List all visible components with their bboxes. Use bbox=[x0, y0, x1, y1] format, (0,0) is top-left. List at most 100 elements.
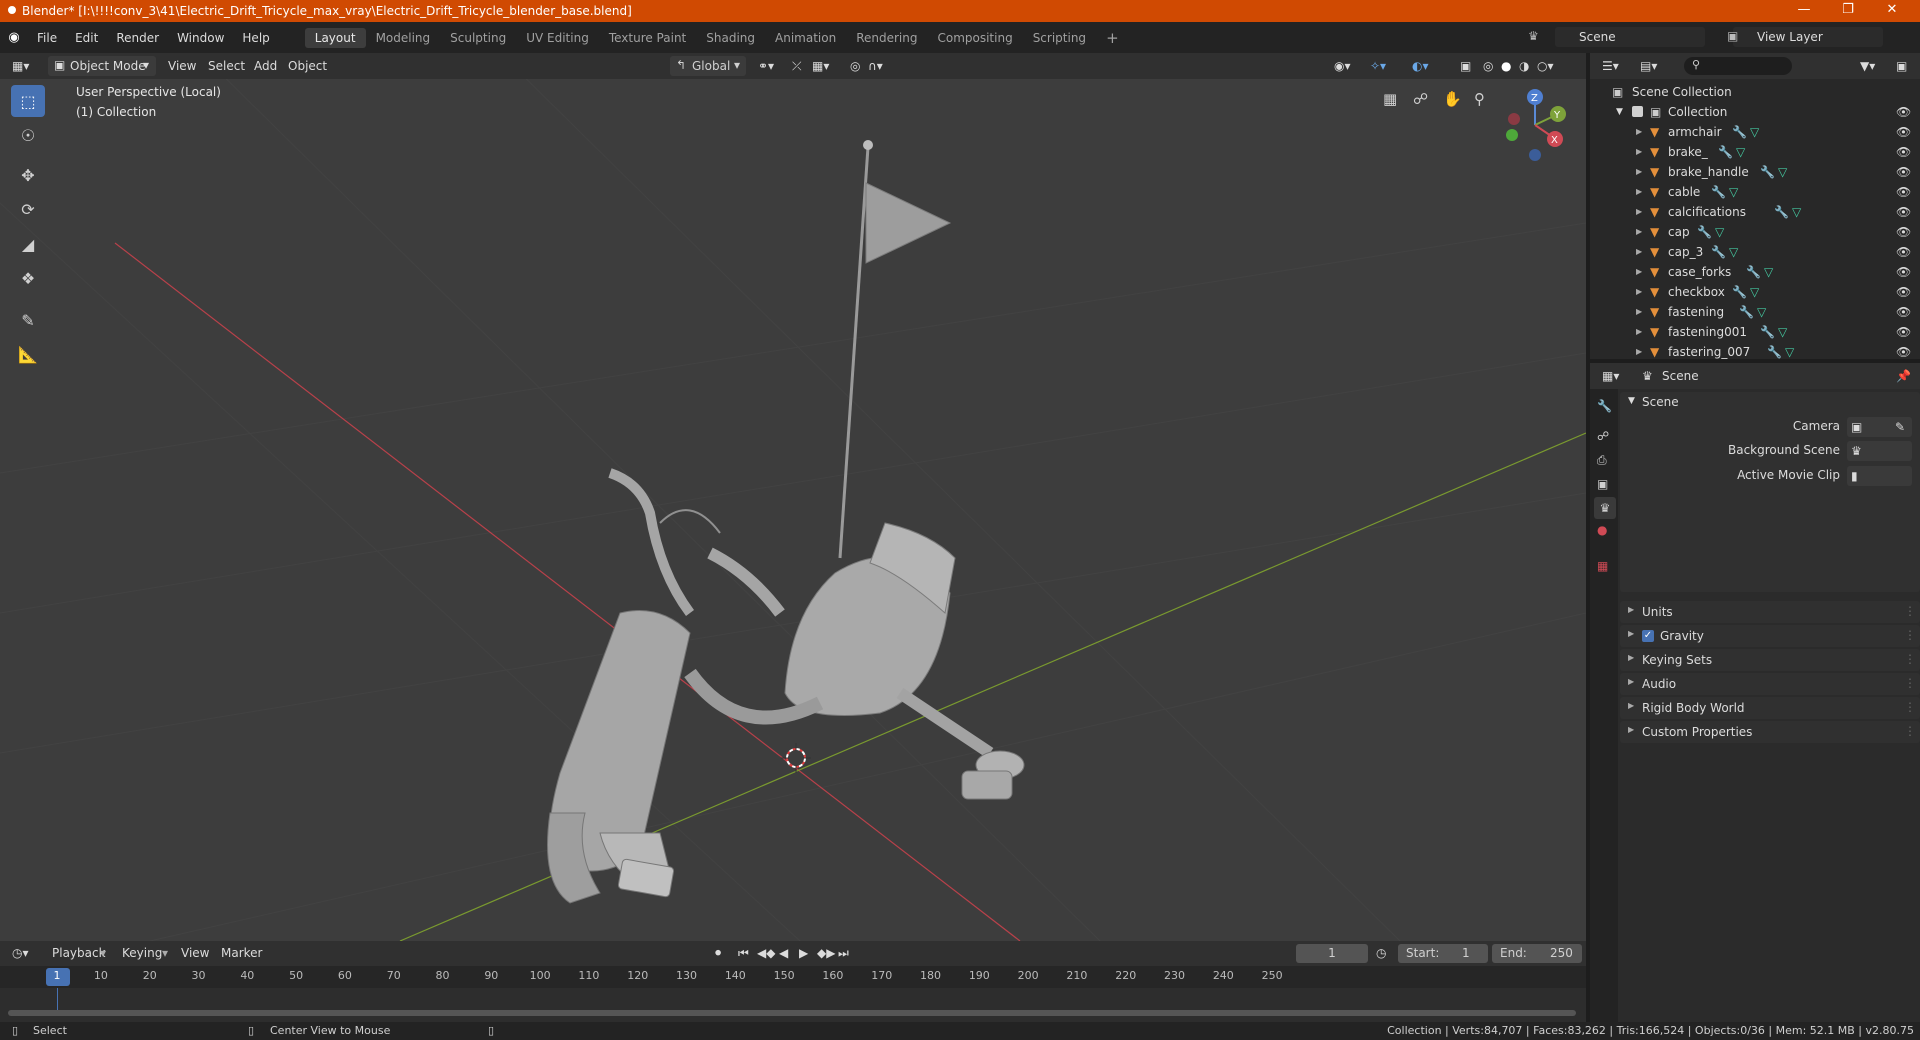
collection-checkbox[interactable] bbox=[1632, 106, 1643, 117]
expand-arrow-icon[interactable]: ▶ bbox=[1636, 182, 1642, 202]
properties-editor-icon[interactable]: ▦▾ bbox=[1602, 365, 1619, 387]
menu-help[interactable]: Help bbox=[233, 31, 278, 45]
minimize-icon[interactable]: — bbox=[1782, 0, 1826, 22]
mode-selector[interactable]: ▣ Object Mode ▾ bbox=[48, 56, 156, 76]
jump-end-icon[interactable]: ⏭ bbox=[838, 942, 849, 964]
menu-select[interactable]: Select bbox=[208, 55, 245, 77]
timeline-editor[interactable]: ◷▾ Playback ▾ Keying ▾ View Marker ⚫ ⏮ ◀… bbox=[0, 941, 1586, 1022]
panel-expand-icon[interactable]: ▶ bbox=[1628, 605, 1634, 614]
section-audio[interactable]: ▶ Audio ⋮ bbox=[1620, 673, 1920, 695]
tab-texture-paint[interactable]: Texture Paint bbox=[599, 28, 696, 48]
outliner[interactable]: ☰▾ ▤▾ ⚲ ▼▾ ▣ ▣ Scene Collection ▼ ▣ Coll… bbox=[1590, 53, 1920, 359]
tab-shading[interactable]: Shading bbox=[696, 28, 765, 48]
menu-render[interactable]: Render bbox=[107, 31, 168, 45]
gravity-checkbox[interactable]: ✓ bbox=[1642, 630, 1654, 642]
eye-icon[interactable]: 👁 bbox=[1896, 282, 1911, 302]
scene-selector[interactable]: Scene bbox=[1555, 27, 1705, 47]
menu-timeline-view[interactable]: View bbox=[181, 942, 209, 964]
eye-icon[interactable]: 👁 bbox=[1896, 102, 1911, 122]
frame-ruler[interactable]: 1 10 20 30 40 50 60 70 80 90 100 110 120 130 140 150 160… bbox=[0, 966, 1586, 988]
mesh-data-icon[interactable]: ▽ bbox=[1736, 142, 1745, 162]
modifier-wrench-icon[interactable]: 🔧 bbox=[1774, 202, 1789, 222]
material-shading-icon[interactable]: ◑ bbox=[1519, 55, 1529, 77]
zoom-icon[interactable]: ⚲ bbox=[1474, 90, 1485, 108]
menu-add[interactable]: Add bbox=[254, 55, 277, 77]
rotate-tool[interactable]: ⟳ bbox=[11, 193, 45, 225]
collection-row[interactable]: ▼ ▣ Collection 👁 bbox=[1590, 102, 1920, 122]
outliner-item-armchair[interactable]: ▶ ▼ armchair 🔧 ▽ 👁 bbox=[1590, 122, 1920, 142]
drag-handle-icon[interactable]: ⋮ bbox=[1904, 652, 1916, 666]
eyedropper-icon[interactable]: ✎ bbox=[1895, 420, 1905, 434]
snap-icon[interactable]: ⤫ bbox=[792, 55, 802, 77]
next-keyframe-icon[interactable]: ◆▶ bbox=[817, 942, 835, 964]
eye-icon[interactable]: 👁 bbox=[1896, 302, 1911, 322]
display-mode-icon[interactable]: ▤▾ bbox=[1640, 55, 1657, 77]
prev-keyframe-icon[interactable]: ◀◆ bbox=[757, 942, 775, 964]
expand-arrow-icon[interactable]: ▶ bbox=[1636, 162, 1642, 182]
eye-icon[interactable]: 👁 bbox=[1896, 222, 1911, 242]
drag-handle-icon[interactable]: ⋮ bbox=[1904, 604, 1916, 618]
outliner-item-fastening001[interactable]: ▶ ▼ fastening001 🔧 ▽ 👁 bbox=[1590, 322, 1920, 342]
mesh-data-icon[interactable]: ▽ bbox=[1750, 122, 1759, 142]
drag-handle-icon[interactable]: ⋮ bbox=[1904, 700, 1916, 714]
modifier-wrench-icon[interactable]: 🔧 bbox=[1732, 122, 1747, 142]
expand-arrow-icon[interactable]: ▶ bbox=[1636, 322, 1642, 342]
expand-arrow-icon[interactable]: ▶ bbox=[1636, 142, 1642, 162]
tab-compositing[interactable]: Compositing bbox=[927, 28, 1022, 48]
orientation-selector[interactable]: ↰ Global ▾ bbox=[670, 56, 746, 76]
section-rigid-body-world[interactable]: ▶ Rigid Body World ⋮ bbox=[1620, 697, 1920, 719]
texture-tab-icon[interactable]: ▦ bbox=[1597, 559, 1608, 573]
view-layer-tab-icon[interactable]: ▣ bbox=[1597, 477, 1608, 491]
falloff-icon[interactable]: ∩▾ bbox=[868, 55, 883, 77]
panel-expand-icon[interactable]: ▶ bbox=[1628, 677, 1634, 686]
pivot-icon[interactable]: ⚭▾ bbox=[758, 55, 774, 77]
eye-icon[interactable]: 👁 bbox=[1896, 242, 1911, 262]
wireframe-shading-icon[interactable]: ◎ bbox=[1483, 55, 1493, 77]
modifier-wrench-icon[interactable]: 🔧 bbox=[1760, 322, 1775, 342]
gizmo-toggle-icon[interactable]: ✧▾ bbox=[1370, 55, 1386, 77]
expand-arrow-icon[interactable]: ▶ bbox=[1636, 262, 1642, 282]
active-movie-clip-field[interactable]: ▮ bbox=[1847, 466, 1912, 486]
section-gravity[interactable]: ▶ ✓ Gravity ⋮ bbox=[1620, 625, 1920, 647]
mesh-data-icon[interactable]: ▽ bbox=[1778, 162, 1787, 182]
close-icon[interactable]: ✕ bbox=[1870, 0, 1914, 22]
eye-icon[interactable]: 👁 bbox=[1896, 122, 1911, 142]
solid-shading-icon[interactable]: ● bbox=[1501, 55, 1511, 77]
3d-viewport[interactable]: ▦▾ ▣ Object Mode ▾ View Select Add Objec… bbox=[0, 53, 1586, 941]
restore-icon[interactable]: ❐ bbox=[1826, 0, 1870, 22]
navigation-gizmo[interactable]: Z Y X bbox=[1500, 83, 1580, 163]
new-collection-icon[interactable]: ▣ bbox=[1896, 55, 1907, 77]
modifier-wrench-icon[interactable]: 🔧 bbox=[1697, 222, 1712, 242]
measure-tool[interactable]: 📐 bbox=[11, 338, 45, 370]
eye-icon[interactable]: 👁 bbox=[1896, 182, 1911, 202]
outliner-item-fastering-007[interactable]: ▶ ▼ fastering_007 🔧 ▽ 👁 bbox=[1590, 342, 1920, 362]
add-workspace-icon[interactable]: + bbox=[1096, 26, 1129, 50]
proportional-edit-icon[interactable]: ◎ bbox=[850, 55, 860, 77]
expand-arrow-icon[interactable]: ▶ bbox=[1636, 242, 1642, 262]
editor-type-icon[interactable]: ▦▾ bbox=[12, 55, 29, 77]
tab-animation[interactable]: Animation bbox=[765, 28, 846, 48]
panel-expand-icon[interactable]: ▶ bbox=[1628, 725, 1634, 734]
modifier-wrench-icon[interactable]: 🔧 bbox=[1718, 142, 1733, 162]
menu-marker[interactable]: Marker bbox=[221, 942, 262, 964]
mesh-data-icon[interactable]: ▽ bbox=[1750, 282, 1759, 302]
tool-tab-icon[interactable]: 🔧 bbox=[1597, 399, 1612, 413]
mesh-data-icon[interactable]: ▽ bbox=[1715, 222, 1724, 242]
pin-icon[interactable]: 📌 bbox=[1896, 365, 1911, 387]
eye-icon[interactable]: 👁 bbox=[1896, 262, 1911, 282]
mesh-data-icon[interactable]: ▽ bbox=[1785, 342, 1794, 362]
menu-playback[interactable]: Playback bbox=[52, 942, 106, 964]
menu-keying[interactable]: Keying bbox=[122, 942, 162, 964]
menu-object[interactable]: Object bbox=[288, 55, 327, 77]
panel-expand-icon[interactable]: ▶ bbox=[1628, 629, 1634, 638]
mesh-data-icon[interactable]: ▽ bbox=[1792, 202, 1801, 222]
eye-icon[interactable]: 👁 bbox=[1896, 162, 1911, 182]
move-tool[interactable]: ✥ bbox=[11, 159, 45, 191]
mesh-data-icon[interactable]: ▽ bbox=[1778, 322, 1787, 342]
start-frame-field[interactable]: Start: 1 bbox=[1398, 944, 1488, 963]
mesh-data-icon[interactable]: ▽ bbox=[1729, 182, 1738, 202]
camera-view-icon[interactable]: ☍ bbox=[1413, 90, 1428, 108]
eye-icon[interactable]: 👁 bbox=[1896, 322, 1911, 342]
expand-arrow-icon[interactable]: ▼ bbox=[1616, 102, 1623, 122]
modifier-wrench-icon[interactable]: 🔧 bbox=[1767, 342, 1782, 362]
